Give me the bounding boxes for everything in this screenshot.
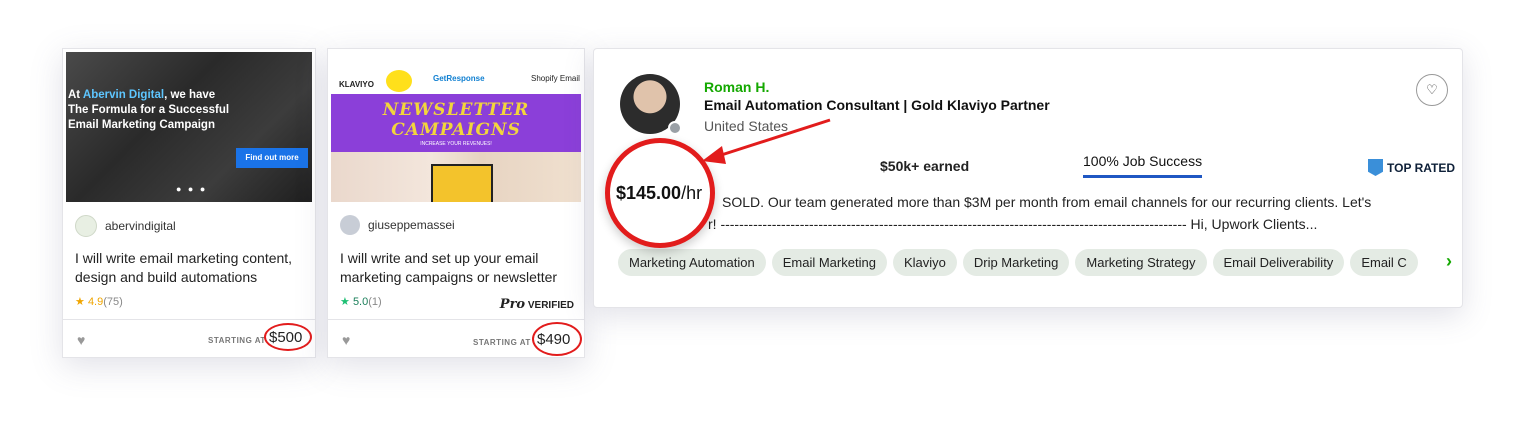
banner-subtitle: INCREASE YOUR REVENUES! [420,141,492,147]
status-dot [668,121,682,135]
freelancer-profile-card[interactable]: Roman H. Email Automation Consultant | G… [593,48,1463,308]
annotation-circle [264,323,312,351]
rating: ★ 5.0(1) [340,295,382,308]
skill-tag[interactable]: Klaviyo [892,249,957,276]
thumb-cta: Find out more [236,148,308,168]
heart-icon[interactable]: ♥ [342,332,350,348]
rating-value: 4.9 [87,296,104,308]
seller-info[interactable]: giuseppemassei [340,215,455,235]
hourly-rate: $145.00/hr [616,183,703,203]
envelope-icon [431,164,493,202]
starting-at-label: STARTING AT [473,338,531,347]
rating-value: 5.0 [352,296,369,308]
rating: ★ 4.9(75) [75,295,123,308]
skill-tag[interactable]: Email Deliverability [1212,249,1345,276]
chevron-right-icon[interactable]: › [1446,251,1452,272]
avatar [340,215,360,235]
skill-tag[interactable]: Marketing Automation [618,249,766,276]
freelancer-name[interactable]: Roman H. [704,79,769,95]
gig-thumbnail[interactable]: KLAVIYO GetResponse Shopify Email NEWSLE… [331,52,581,202]
review-count: (1) [368,296,382,308]
gig-title[interactable]: I will write and set up your email marke… [340,249,575,287]
seller-name[interactable]: giuseppemassei [368,218,455,232]
brand-shopify: Shopify Email [531,74,580,83]
heart-icon: ♡ [1426,82,1438,97]
annotation-circle [532,322,582,356]
review-count: (75) [103,296,123,308]
skill-tag[interactable]: Email Marketing [771,249,887,276]
newsletter-banner: NEWSLETTER CAMPAIGNS INCREASE YOUR REVENU… [331,94,581,152]
save-heart-button[interactable]: ♡ [1416,74,1448,106]
skill-tag[interactable]: Drip Marketing [962,249,1070,276]
freelancer-headline[interactable]: Email Automation Consultant | Gold Klavi… [704,97,1050,113]
banner-title: NEWSLETTER CAMPAIGNS [382,100,530,140]
starting-at-label: STARTING AT [208,336,266,345]
brand-strip: KLAVIYO GetResponse Shopify Email [331,52,581,94]
seller-info[interactable]: abervindigital [75,215,176,237]
job-success-score: 100% Job Success [1083,153,1203,178]
brand-getresponse: GetResponse [433,74,485,83]
gig-footer: ♥ STARTING AT $490 [328,319,584,356]
gig-thumbnail[interactable]: At Abervin Digital, we have The Formula … [66,52,312,202]
gig-card-abervindigital[interactable]: At Abervin Digital, we have The Formula … [62,48,316,358]
gig-card-giuseppemassei[interactable]: KLAVIYO GetResponse Shopify Email NEWSLE… [327,48,585,358]
gig-footer: ♥ STARTING AT $500 [63,319,315,351]
seller-name[interactable]: abervindigital [105,219,176,233]
skill-tag[interactable]: Email C [1350,249,1418,276]
star-icon: ★ [340,296,350,308]
brand-klaviyo: KLAVIYO [339,80,374,89]
pro-verified-badge: Pro VERIFIED [499,297,574,312]
skills-list: Marketing Automation Email Marketing Klavi… [618,249,1426,279]
heart-icon[interactable]: ♥ [77,332,85,348]
freelancer-description: SOLD. Our team generated more than $3M p… [708,194,1372,232]
thumb-text-line3: Email Marketing Campaign [68,119,215,131]
thumb-text-line1: At Abervin Digital, we have [68,89,216,101]
top-rated-badge: TOP RATED [1368,159,1455,176]
total-earned: $50k+ earned [880,158,970,174]
thumb-text-line2: The Formula for a Successful [68,104,230,116]
mailchimp-logo [386,70,412,92]
star-icon: ★ [75,296,85,308]
freelancer-location: United States [704,118,789,134]
skill-tag[interactable]: Marketing Strategy [1075,249,1207,276]
gig-title[interactable]: I will write email marketing content, de… [75,249,310,287]
avatar [75,215,97,237]
carousel-dots[interactable]: ● ● ● [176,184,207,194]
badge-icon [1368,159,1383,176]
